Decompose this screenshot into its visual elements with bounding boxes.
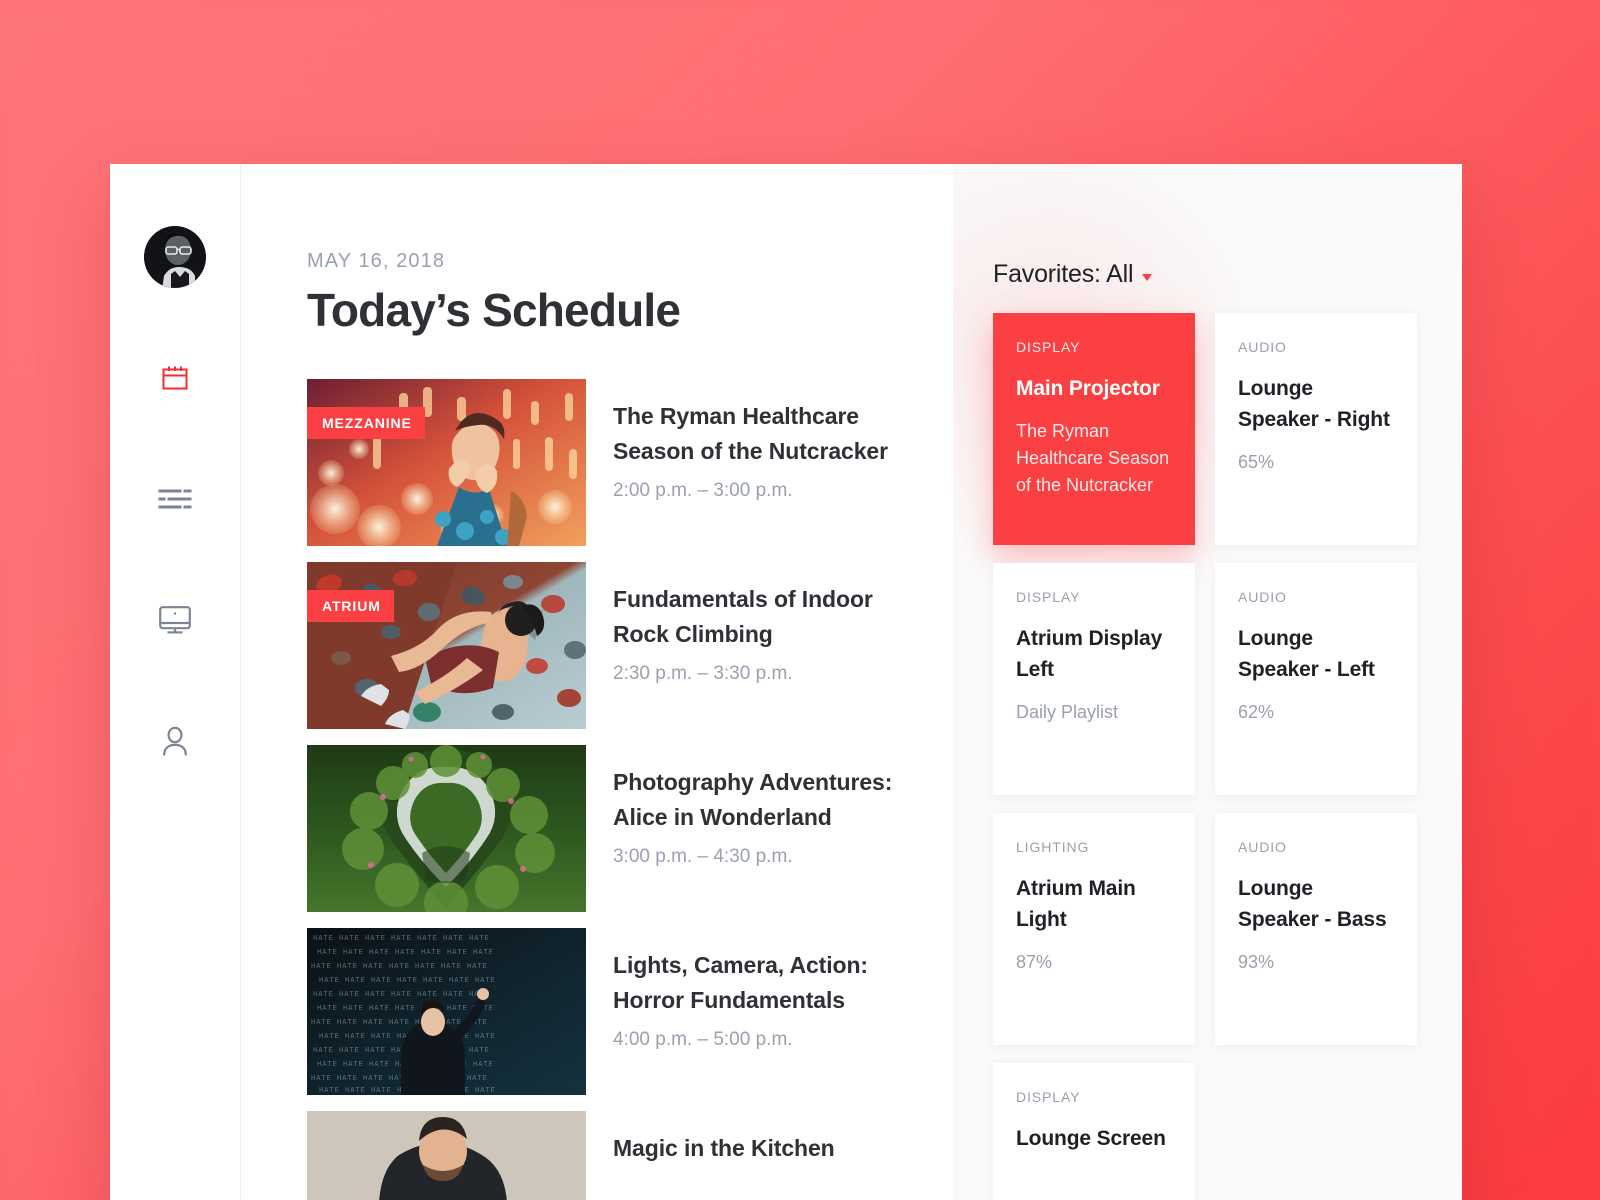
sidebar-item-schedule[interactable] bbox=[148, 356, 202, 400]
event-badge: ATRIUM bbox=[307, 589, 394, 622]
event-info: The Ryman Healthcare Season of the Nutcr… bbox=[586, 379, 913, 503]
sidebar bbox=[110, 164, 241, 1200]
svg-text:HATE HATE HATE HATE HATE HATE: HATE HATE HATE HATE HATE HATE HATE bbox=[317, 1005, 494, 1013]
svg-text:HATE HATE HATE HATE HATE HATE: HATE HATE HATE HATE HATE HATE HATE bbox=[313, 935, 490, 943]
schedule-column: MAY 16, 2018 Today’s Schedule MEZZANINE … bbox=[241, 164, 953, 1200]
event-row[interactable]: MEZZANINE The Ryman Healthcare Season of… bbox=[307, 378, 953, 546]
list-icon bbox=[158, 486, 192, 512]
sidebar-item-displays[interactable] bbox=[148, 598, 202, 642]
display-icon bbox=[158, 605, 192, 635]
device-status: 65% bbox=[1238, 452, 1275, 473]
favorites-filter[interactable]: Favorites: All bbox=[993, 260, 1462, 289]
device-status: 93% bbox=[1238, 952, 1275, 973]
device-card[interactable]: AUDIO Lounge Speaker - Bass 93% bbox=[1215, 813, 1417, 1045]
device-card[interactable]: AUDIO Lounge Speaker - Left 62% bbox=[1215, 563, 1417, 795]
event-time: 2:00 p.m. – 3:00 p.m. bbox=[613, 480, 793, 502]
device-status: The Ryman Healthcare Season of the Nutcr… bbox=[1016, 421, 1170, 496]
device-name: Atrium Display Left bbox=[1016, 627, 1163, 682]
favorites-label: Favorites: All bbox=[993, 260, 1134, 288]
event-time: 4:00 p.m. – 5:00 p.m. bbox=[613, 1029, 793, 1051]
device-name: Lounge Screen bbox=[1016, 1127, 1166, 1150]
sidebar-item-account[interactable] bbox=[148, 719, 202, 763]
device-status: 87% bbox=[1016, 952, 1053, 973]
favorites-panel: Favorites: All DISPLAY Main Projector Th… bbox=[953, 164, 1462, 1200]
schedule-date: MAY 16, 2018 bbox=[307, 250, 446, 272]
device-kind: DISPLAY bbox=[1016, 339, 1081, 355]
device-card[interactable]: DISPLAY Main Projector The Ryman Healthc… bbox=[993, 313, 1195, 545]
event-name: Photography Adventures: Alice in Wonderl… bbox=[613, 768, 893, 830]
chevron-down-icon[interactable] bbox=[1142, 273, 1153, 281]
device-kind: DISPLAY bbox=[1016, 589, 1081, 605]
svg-text:HATE HATE HATE HATE HATE HATE: HATE HATE HATE HATE HATE HATE HATE bbox=[311, 963, 488, 971]
sidebar-item-playlists[interactable] bbox=[148, 477, 202, 521]
device-status: 62% bbox=[1238, 702, 1275, 723]
event-thumbnail[interactable]: HATE HATE HATE HATE HATE HATE HATE HATE … bbox=[307, 927, 586, 1095]
event-thumbnail[interactable] bbox=[307, 1110, 586, 1200]
app-window: MAY 16, 2018 Today’s Schedule MEZZANINE … bbox=[110, 164, 1462, 1200]
page-title: Today’s Schedule bbox=[307, 284, 681, 336]
device-name: Lounge Speaker - Right bbox=[1238, 377, 1390, 432]
events-list: MEZZANINE The Ryman Healthcare Season of… bbox=[307, 378, 953, 1200]
event-info: Fundamentals of Indoor Rock Climbing 2:3… bbox=[586, 562, 913, 686]
person-icon bbox=[161, 726, 189, 756]
svg-text:HATE HATE HATE HATE HATE HATE: HATE HATE HATE HATE HATE HATE HATE bbox=[319, 977, 496, 985]
event-time: 3:00 p.m. – 4:30 p.m. bbox=[613, 846, 793, 868]
event-thumbnail[interactable]: ATRIUM bbox=[307, 561, 586, 729]
device-kind: DISPLAY bbox=[1016, 1089, 1081, 1105]
svg-text:HATE HATE HATE HATE HATE HATE: HATE HATE HATE HATE HATE HATE HATE bbox=[317, 949, 494, 957]
event-row[interactable]: HATE HATE HATE HATE HATE HATE HATE HATE … bbox=[307, 927, 953, 1095]
event-info: Lights, Camera, Action: Horror Fundament… bbox=[586, 928, 913, 1052]
device-kind: AUDIO bbox=[1238, 589, 1287, 605]
device-card[interactable]: AUDIO Lounge Speaker - Right 65% bbox=[1215, 313, 1417, 545]
svg-text:HATE HATE HATE HATE HATE HATE: HATE HATE HATE HATE HATE HATE HATE bbox=[313, 991, 490, 999]
event-row[interactable]: Magic in the Kitchen bbox=[307, 1110, 953, 1200]
event-name: Lights, Camera, Action: Horror Fundament… bbox=[613, 951, 868, 1013]
device-name: Main Projector bbox=[1016, 377, 1160, 400]
event-row[interactable]: Photography Adventures: Alice in Wonderl… bbox=[307, 744, 953, 912]
event-name: Fundamentals of Indoor Rock Climbing bbox=[613, 585, 873, 647]
event-time: 2:30 p.m. – 3:30 p.m. bbox=[613, 663, 793, 685]
event-name: The Ryman Healthcare Season of the Nutcr… bbox=[613, 402, 888, 464]
device-name: Atrium Main Light bbox=[1016, 877, 1136, 932]
event-info: Photography Adventures: Alice in Wonderl… bbox=[586, 745, 913, 869]
device-card[interactable]: DISPLAY Atrium Display Left Daily Playli… bbox=[993, 563, 1195, 795]
event-row[interactable]: ATRIUM Fundamentals of Indoor Rock Climb… bbox=[307, 561, 953, 729]
avatar[interactable] bbox=[144, 226, 206, 288]
device-grid: DISPLAY Main Projector The Ryman Healthc… bbox=[993, 313, 1462, 1200]
device-name: Lounge Speaker - Bass bbox=[1238, 877, 1387, 932]
event-name: Magic in the Kitchen bbox=[613, 1134, 835, 1161]
device-kind: AUDIO bbox=[1238, 839, 1287, 855]
calendar-icon bbox=[160, 363, 190, 393]
event-info: Magic in the Kitchen bbox=[586, 1111, 835, 1177]
event-thumbnail[interactable]: MEZZANINE bbox=[307, 378, 586, 546]
device-card[interactable]: DISPLAY Lounge Screen bbox=[993, 1063, 1195, 1200]
device-status: Daily Playlist bbox=[1016, 702, 1119, 723]
device-name: Lounge Speaker - Left bbox=[1238, 627, 1375, 682]
event-badge: MEZZANINE bbox=[307, 406, 425, 439]
device-kind: AUDIO bbox=[1238, 339, 1287, 355]
sidebar-nav bbox=[110, 356, 240, 763]
device-kind: LIGHTING bbox=[1016, 839, 1090, 855]
device-card[interactable]: LIGHTING Atrium Main Light 87% bbox=[993, 813, 1195, 1045]
event-thumbnail[interactable] bbox=[307, 744, 586, 912]
